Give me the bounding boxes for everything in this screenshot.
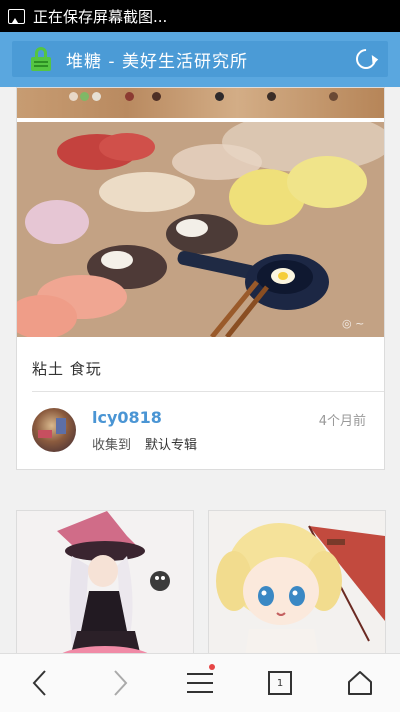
collected-to-label: 收集到 [92, 438, 132, 453]
pin-card[interactable] [208, 510, 386, 653]
pin-card[interactable] [16, 510, 194, 653]
divider [32, 391, 384, 392]
svg-text:◎ ~: ◎ ~ [342, 317, 364, 330]
menu-icon [187, 673, 213, 693]
username-link[interactable]: lcy0818 [92, 408, 162, 427]
pin-image[interactable] [209, 511, 385, 653]
home-icon [348, 671, 372, 695]
user-avatar[interactable] [32, 408, 76, 452]
tabs-button[interactable]: 1 [255, 658, 305, 708]
status-text: 正在保存屏幕截图... [33, 7, 168, 26]
pin-card[interactable]: ◎ ~ 粘土 食玩 lcy0818 4个月前 收集到 默认专辑 [16, 87, 385, 470]
lock-icon [31, 47, 51, 71]
page-title: 堆糖 - 美好生活研究所 [66, 51, 248, 72]
home-button[interactable] [335, 658, 385, 708]
address-bar: 堆糖 - 美好生活研究所 [0, 32, 400, 87]
posted-time: 4个月前 [318, 414, 366, 429]
witch-figure-photo [17, 511, 193, 653]
pin-image[interactable] [17, 511, 193, 653]
notification-dot [209, 664, 215, 670]
chevron-left-icon [32, 670, 46, 696]
url-field[interactable]: 堆糖 - 美好生活研究所 [12, 41, 388, 77]
bottom-navigation: 1 [0, 653, 400, 712]
pin-tags: 粘土 食玩 [32, 360, 102, 378]
chevron-right-icon [114, 670, 128, 696]
back-button[interactable] [15, 658, 65, 708]
pin-image[interactable]: ◎ ~ [17, 122, 384, 337]
album-link[interactable]: 默认专辑 [145, 434, 197, 453]
status-bar: 正在保存屏幕截图... [0, 0, 400, 32]
clay-food-photo: ◎ ~ [17, 122, 384, 337]
screenshot-icon [8, 8, 25, 24]
feed: ◎ ~ 粘土 食玩 lcy0818 4个月前 收集到 默认专辑 [0, 87, 400, 653]
nendoroid-figure-photo [209, 511, 385, 653]
tab-count-badge: 1 [268, 671, 292, 695]
forward-button[interactable] [95, 658, 145, 708]
previous-image-strip [17, 88, 384, 118]
menu-button[interactable] [175, 658, 225, 708]
refresh-icon[interactable] [351, 44, 381, 74]
